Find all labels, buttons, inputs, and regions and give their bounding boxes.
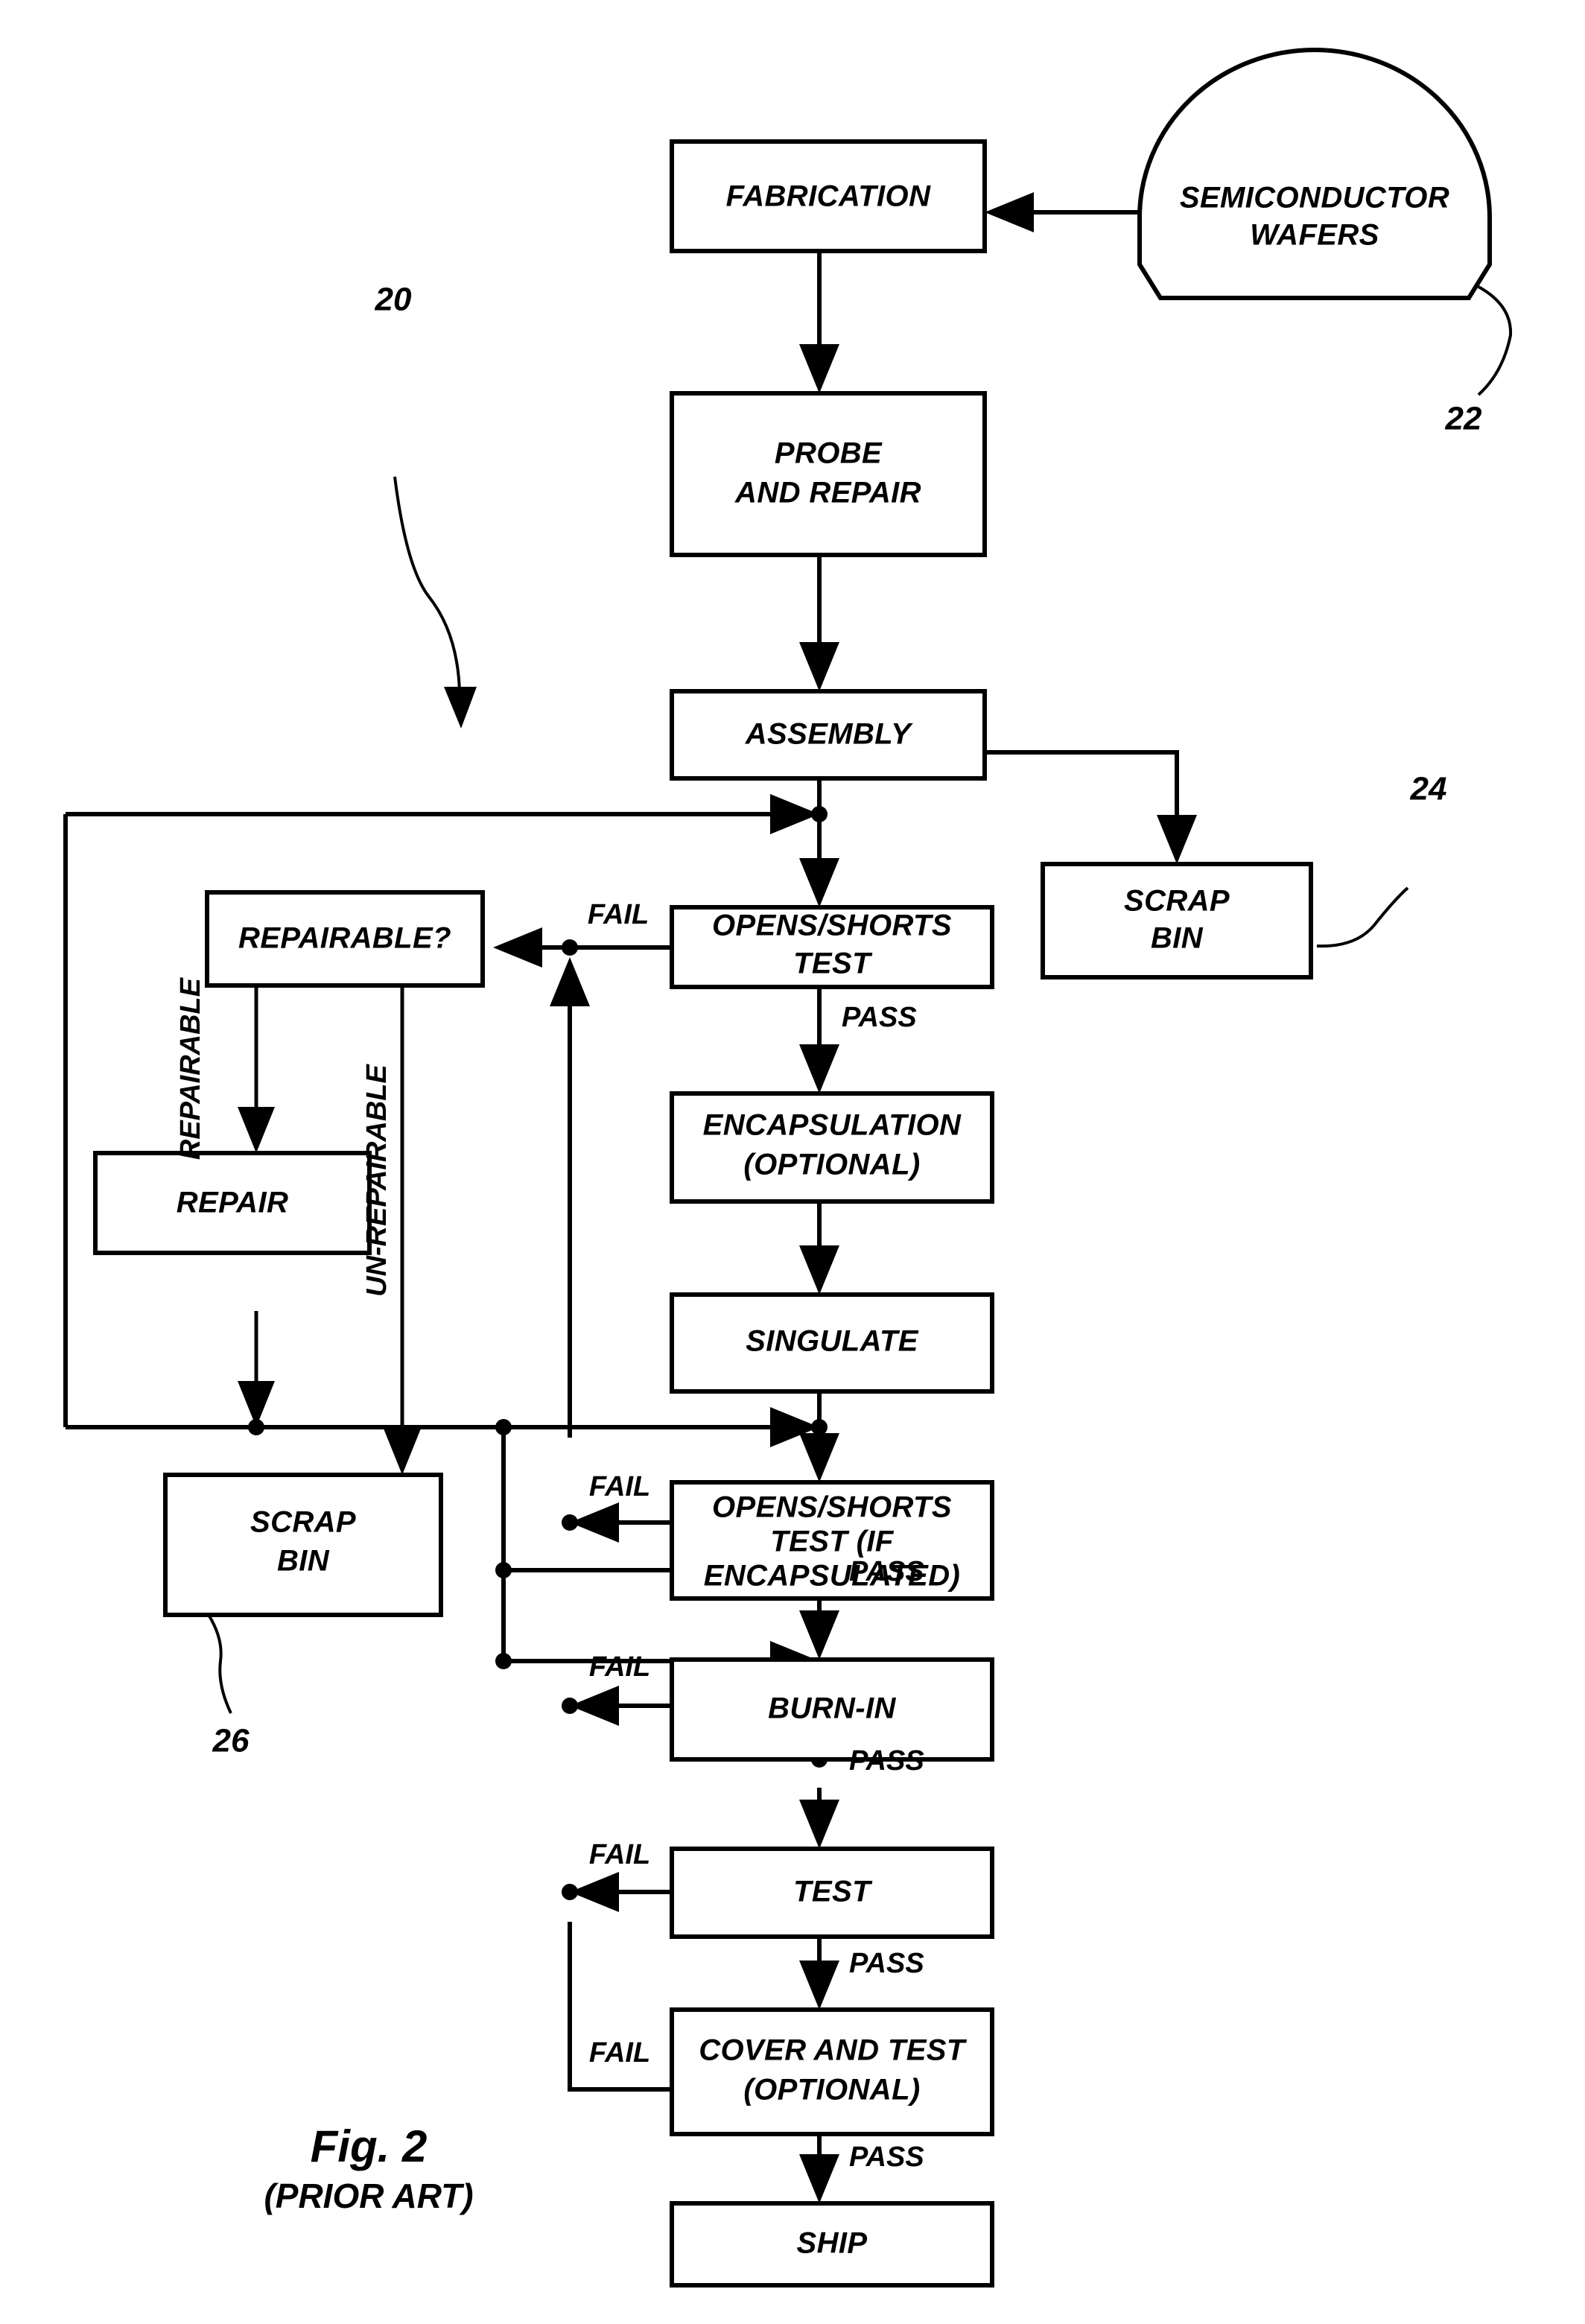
node-scrap-bin-assembly[interactable] — [1041, 862, 1313, 980]
arrowhead-openstest2-pass — [799, 1610, 839, 1660]
label-test: TEST — [793, 1876, 873, 1908]
label-pass-5: PASS — [849, 2142, 924, 2173]
junction-repair-leftloop — [248, 1419, 264, 1435]
label-fabrication: FABRICATION — [726, 180, 931, 213]
label-fail-4: FAIL — [589, 1839, 650, 1870]
arrowhead-test-cover — [799, 1961, 839, 2010]
label-scrapbin1-line1: SCRAP — [1124, 885, 1230, 918]
arrowhead-openstest-fail — [493, 927, 542, 968]
ref-num-26: 26 — [212, 1723, 250, 1759]
arrowhead-fabrication-probe — [799, 344, 839, 393]
leader-line-20 — [393, 476, 461, 693]
label-repairable-question: REPAIRABLE? — [238, 922, 451, 955]
arrowhead-probe-assembly — [799, 642, 839, 691]
figure-caption: Fig. 2 (PRIOR ART) — [264, 2121, 473, 2215]
label-openstest-line1: OPENS/SHORTS — [712, 909, 952, 942]
junction-fail-bus-top — [562, 939, 578, 956]
junction-fail2 — [562, 1514, 578, 1531]
arrowhead-encapsulation-singulate — [799, 1245, 839, 1295]
figure-canvas: SEMICONDUCTOR WAFERS FABRICATION PROBE A… — [0, 0, 1585, 2324]
node-semiconductor-wafers[interactable] — [1137, 48, 1492, 300]
label-openstest-line2: TEST — [793, 947, 873, 980]
label-repair: REPAIR — [177, 1187, 289, 1219]
label-assembly: ASSEMBLY — [745, 718, 913, 751]
label-fail-2: FAIL — [589, 1471, 650, 1502]
ref-num-24: 24 — [1410, 771, 1447, 807]
label-burn-in: BURN-IN — [768, 1692, 896, 1725]
label-pass-2: PASS — [849, 1556, 924, 1587]
arrowhead-assembly-openstest — [799, 858, 839, 907]
label-fail-5: FAIL — [589, 2037, 650, 2069]
arrowhead-burnin-pass — [799, 1800, 839, 1849]
arrowhead-unrepairable-scrapbin2 — [384, 1429, 421, 1475]
arrowhead-repairable-repair — [238, 1107, 275, 1153]
figure-subtitle: (PRIOR ART) — [264, 2177, 473, 2215]
label-pass-4: PASS — [849, 1948, 924, 1979]
junction-fail4 — [562, 1884, 578, 1900]
label-singulate: SINGULATE — [746, 1325, 919, 1358]
node-probe-and-repair[interactable] — [670, 391, 987, 557]
arrowhead-assembly-scrapbin1 — [1157, 815, 1197, 864]
label-encapsulation-line1: ENCAPSULATION — [703, 1109, 962, 1142]
arrowhead-singulate-openstest2 — [799, 1433, 839, 1482]
arrowhead-openstest-pass — [799, 1044, 839, 1093]
arrowhead-left-loop-merge — [770, 794, 819, 834]
arrowhead-fail-bus-up — [550, 957, 590, 1006]
label-fail-1: FAIL — [588, 899, 649, 930]
label-cover-line2: (OPTIONAL) — [743, 2074, 920, 2106]
label-ship: SHIP — [797, 2227, 868, 2260]
label-pass-3: PASS — [849, 1745, 924, 1777]
leader-line-24 — [1316, 886, 1409, 948]
label-encapsulation-line2: (OPTIONAL) — [743, 1149, 920, 1181]
label-repairable-branch: REPAIRABLE — [175, 977, 206, 1160]
label-openstest2-line1: OPENS/SHORTS — [712, 1491, 952, 1524]
junction-fail3 — [562, 1698, 578, 1714]
label-scrapbin2-line1: SCRAP — [250, 1506, 356, 1539]
label-cover-line1: COVER AND TEST — [699, 2034, 968, 2067]
label-pass-1: PASS — [842, 1002, 917, 1033]
label-wafers-line2: WAFERS — [1250, 219, 1379, 252]
ref-num-20: 20 — [375, 282, 412, 318]
flowchart-svg: SEMICONDUCTOR WAFERS FABRICATION PROBE A… — [63, 48, 1513, 2288]
label-fail-3: FAIL — [589, 1651, 650, 1683]
label-un-repairable-branch: UN-REPAIRABLE — [361, 1063, 393, 1296]
arrowhead-cover-ship — [799, 2154, 839, 2203]
node-cover-and-test[interactable] — [670, 2007, 994, 2136]
ref-num-22: 22 — [1445, 401, 1482, 437]
leader-line-22 — [1477, 285, 1513, 396]
leader-line-26 — [207, 1613, 232, 1714]
arrowhead-wafers-fabrication — [985, 192, 1034, 232]
label-probe-line2: AND REPAIR — [734, 477, 921, 509]
label-scrapbin2-line2: BIN — [277, 1545, 330, 1578]
label-probe-line1: PROBE — [775, 437, 883, 470]
edge-assembly-to-scrapbin1 — [985, 750, 1179, 834]
arrowhead-leader-20 — [444, 687, 477, 728]
label-openstest2-line2: TEST (IF — [770, 1525, 895, 1558]
label-wafers-line1: SEMICONDUCTOR — [1180, 182, 1449, 215]
label-scrapbin1-line2: BIN — [1151, 922, 1204, 955]
figure-title: Fig. 2 — [311, 2121, 428, 2171]
